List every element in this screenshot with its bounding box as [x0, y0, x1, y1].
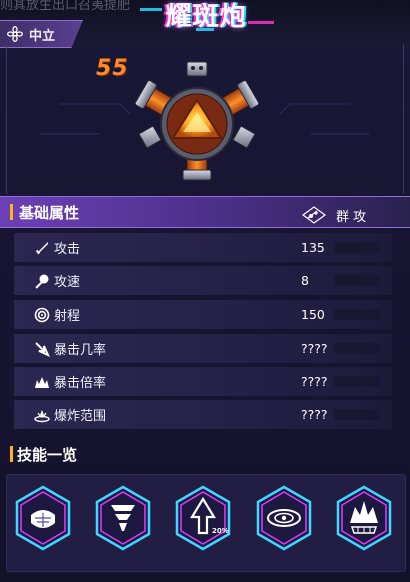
crown-burst-skill-icon[interactable]: [335, 485, 393, 551]
group-attack-icon: [302, 206, 326, 224]
unit-level: 55: [96, 56, 129, 81]
stat-bar: [334, 275, 380, 286]
attack-type-label: 群 攻: [336, 209, 367, 225]
stat-value: 8: [301, 273, 309, 288]
stat-row-crit-multiplier: 暴击倍率 ????: [14, 367, 392, 396]
stat-value: 150: [301, 307, 325, 322]
skill-badge: 20%: [212, 527, 229, 535]
title-area: 耀斑炮: [136, 0, 276, 32]
stat-bar: [334, 343, 380, 354]
stat-label: 攻速: [54, 275, 81, 290]
explosion-radius-icon: [34, 409, 50, 422]
stat-bar: [334, 242, 380, 253]
tornado-skill-icon[interactable]: [94, 485, 152, 551]
glitch-bar: [196, 28, 214, 31]
flower-icon: [7, 26, 23, 42]
glitch-bar: [140, 8, 162, 11]
attributes-section-label: 基础属性: [19, 203, 80, 222]
stat-value: ????: [301, 341, 328, 356]
stat-row-range: 射程 150: [14, 300, 392, 329]
obscured-text: 则其放生出口召夷提肥: [0, 0, 131, 13]
crit-multiplier-icon: [35, 376, 49, 388]
skills-panel: 20%: [6, 474, 406, 572]
stat-bar: [334, 309, 380, 320]
boost-arrow-skill-icon[interactable]: 20%: [174, 485, 232, 551]
stat-value: 135: [301, 240, 325, 255]
faction-label: 中立: [29, 28, 56, 44]
attack-type-badge: 群 攻: [302, 204, 370, 226]
stat-row-attack: 攻击 135: [14, 233, 392, 262]
sword-icon: [35, 241, 48, 254]
turret-cannon-image: [134, 61, 260, 181]
stat-value: ????: [301, 407, 328, 422]
stat-bar: [334, 376, 380, 387]
stat-label: 射程: [54, 309, 81, 324]
crit-chance-icon: [35, 341, 50, 357]
stat-value: ????: [301, 374, 328, 389]
speed-icon: [35, 274, 49, 289]
stat-row-crit-chance: 暴击几率 ????: [14, 334, 392, 363]
stat-label: 暴击几率: [54, 343, 107, 358]
skills-header: 技能一览: [0, 440, 410, 468]
glitch-bar: [248, 21, 274, 24]
range-target-icon: [34, 307, 50, 322]
stat-label: 爆炸范围: [54, 409, 107, 424]
stat-label: 攻击: [54, 242, 81, 257]
shield-grid-skill-icon[interactable]: [14, 485, 72, 551]
eye-vortex-skill-icon[interactable]: [255, 485, 313, 551]
skills-section-label: 技能一览: [17, 445, 78, 464]
stat-bar: [334, 409, 380, 420]
stat-label: 暴击倍率: [54, 376, 107, 391]
stat-row-attack-speed: 攻速 8: [14, 266, 392, 295]
stat-row-explosion-radius: 爆炸范围 ????: [14, 400, 392, 429]
